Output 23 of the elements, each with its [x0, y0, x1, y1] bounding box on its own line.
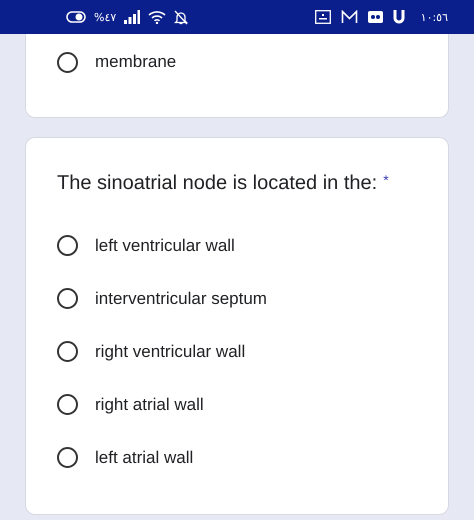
- radio-button[interactable]: [57, 341, 78, 362]
- battery-percentage: %٤٧: [94, 10, 116, 24]
- radio-button[interactable]: [57, 394, 78, 415]
- radio-button[interactable]: [57, 52, 78, 72]
- wifi-icon: [148, 10, 166, 24]
- option-label: left ventricular wall: [95, 236, 235, 256]
- radio-button[interactable]: [57, 235, 78, 256]
- bell-off-icon: [174, 10, 188, 24]
- mail-icon: [340, 10, 358, 24]
- clock: ١٠:٥٦: [420, 10, 448, 24]
- option-label: right ventricular wall: [95, 342, 246, 362]
- question-title: The sinoatrial node is located in the:: [57, 172, 378, 195]
- signal-icon: [124, 10, 140, 24]
- option-label: left atrial wall: [95, 448, 194, 468]
- option-label: right atrial wall: [95, 394, 204, 414]
- radio-button[interactable]: [57, 288, 78, 309]
- required-mark: *: [383, 172, 389, 188]
- keyboard-icon: [314, 10, 331, 24]
- option-label: interventricular septum: [95, 288, 267, 308]
- radio-button[interactable]: [57, 447, 78, 468]
- u-icon: [392, 10, 405, 24]
- toggle-icon: [66, 11, 86, 23]
- option-label: membrane: [95, 52, 176, 72]
